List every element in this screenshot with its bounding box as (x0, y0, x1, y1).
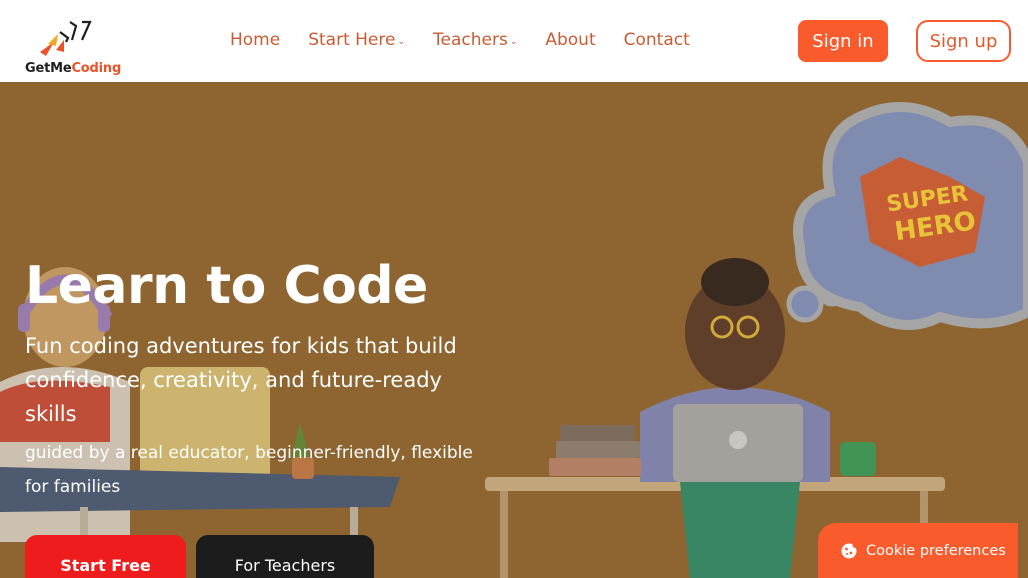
main-nav: Home Start Here ⌄ Teachers ⌄ About Contact (230, 30, 718, 50)
logo-text: GetMeCoding (25, 61, 121, 76)
sign-in-button[interactable]: Sign in (798, 20, 888, 62)
logo-mark-icon (40, 20, 92, 56)
cookie-preferences-label: Cookie preferences (866, 542, 1006, 559)
site-header: GetMeCoding Home Start Here ⌄ Teachers ⌄ A… (0, 0, 1028, 82)
nav-start-here-label: Start Here (308, 30, 396, 50)
cookie-icon (841, 541, 858, 558)
hero-subtitle: Fun coding adventures for kids that buil… (25, 334, 457, 426)
nav-start-here[interactable]: Start Here ⌄ (308, 30, 405, 50)
hero-tagline: guided by a real educator, beginner-frie… (25, 443, 473, 497)
nav-about-label: About (545, 30, 596, 50)
nav-home-label: Home (230, 30, 281, 50)
sign-up-button[interactable]: Sign up (916, 20, 1011, 62)
page-title: Learn to Code (25, 256, 428, 316)
cookie-preferences-button[interactable]: Cookie preferences (818, 523, 1018, 578)
nav-contact[interactable]: Contact (624, 30, 690, 50)
for-teachers-button[interactable]: For Teachers (196, 535, 374, 578)
logo[interactable]: GetMeCoding (24, 16, 134, 78)
thought-bubble-illustration: SUPER HERO (786, 102, 1028, 330)
nav-teachers-label: Teachers (433, 30, 508, 50)
chevron-down-icon: ⌄ (509, 36, 518, 47)
nav-contact-label: Contact (623, 30, 690, 50)
chevron-down-icon: ⌄ (397, 36, 405, 47)
start-free-button[interactable]: Start Free (25, 535, 186, 578)
logo-text-part1: GetMe (25, 61, 72, 76)
nav-home[interactable]: Home (230, 30, 280, 50)
nav-about[interactable]: About (545, 30, 595, 50)
logo-text-part2: Coding (71, 61, 122, 76)
nav-teachers[interactable]: Teachers ⌄ (433, 30, 517, 50)
